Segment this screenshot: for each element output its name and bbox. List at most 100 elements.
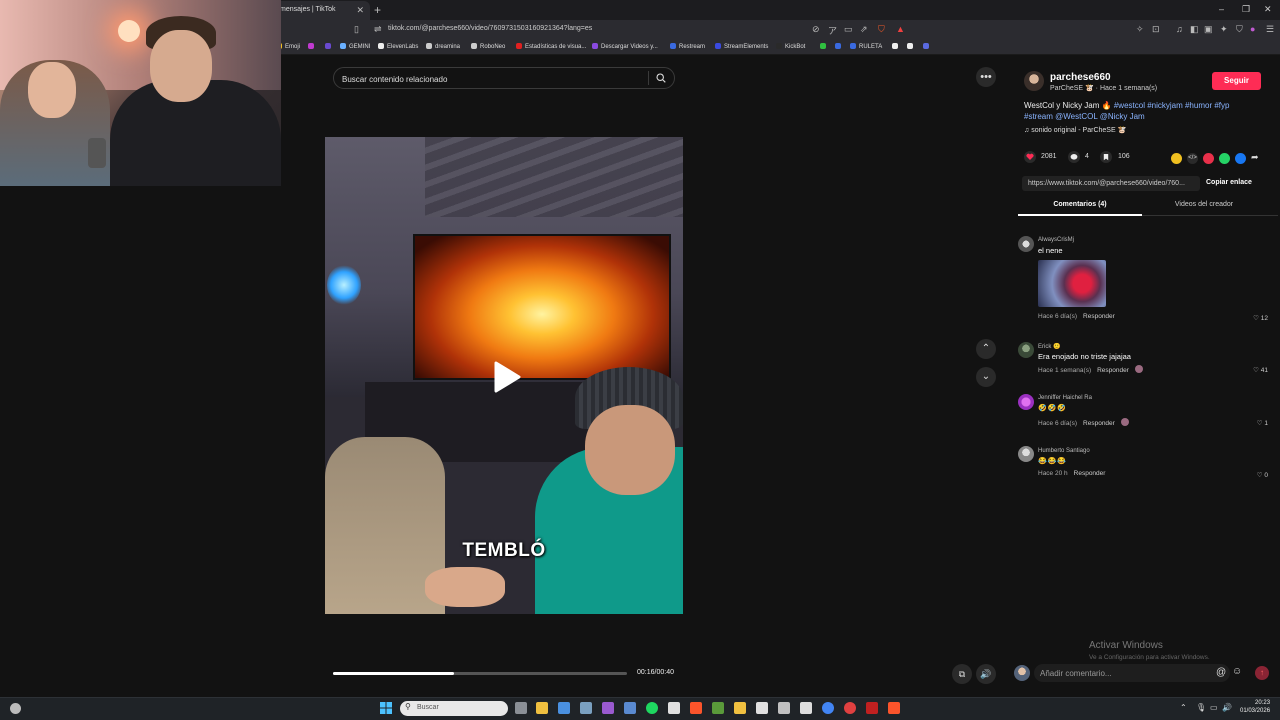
bookmark-item[interactable]: Restream: [670, 43, 705, 50]
sidebar-icon[interactable]: ◧: [1190, 24, 1199, 35]
comment-likes[interactable]: ♡ 41: [1244, 366, 1268, 374]
video-progress-bar[interactable]: [333, 672, 627, 675]
picture-in-picture-icon[interactable]: ⧉: [952, 664, 972, 684]
bookmark-save-icon[interactable]: [1100, 151, 1112, 163]
cast-icon[interactable]: ▭: [844, 24, 853, 35]
store-icon[interactable]: [558, 702, 570, 714]
wallet-icon[interactable]: ▣: [1204, 24, 1213, 35]
tab-creator-videos[interactable]: Videos del creador: [1142, 201, 1266, 208]
share-page-icon[interactable]: ⇗: [860, 24, 868, 35]
volume-icon[interactable]: 🔊: [976, 664, 996, 684]
reply-button[interactable]: Responder: [1083, 313, 1115, 320]
comment-avatar[interactable]: [1018, 394, 1034, 410]
url-field[interactable]: tiktok.com/@parchese660/video/7609731503…: [388, 25, 592, 32]
bookmark-item[interactable]: KickBot: [776, 43, 805, 50]
extensions-icon[interactable]: ✧: [1136, 24, 1144, 35]
brave-icon[interactable]: [690, 702, 702, 714]
widgets-icon[interactable]: [10, 703, 21, 714]
bookmark-item[interactable]: [835, 43, 844, 50]
comment-image[interactable]: [1038, 260, 1106, 307]
search-icon[interactable]: [656, 73, 666, 83]
description-hashtags-2[interactable]: #stream @WestCOL @Nicky Jam: [1024, 112, 1145, 121]
site-info-icon[interactable]: ⇌: [374, 24, 382, 35]
share-coin-icon[interactable]: [1171, 153, 1182, 164]
comment-username[interactable]: Jenniffer Haichel Ra: [1038, 395, 1092, 401]
spotify-icon[interactable]: [646, 702, 658, 714]
comment-username[interactable]: Humberto Santiago: [1038, 448, 1090, 454]
taskbar-clock[interactable]: 20:23 01/03/2026: [1240, 699, 1270, 715]
previous-video-icon[interactable]: ⌃: [976, 339, 996, 359]
app-icon[interactable]: [844, 702, 856, 714]
windows-start-icon[interactable]: [380, 702, 392, 714]
comment-username[interactable]: AlwaysCrisMj: [1038, 237, 1074, 243]
bookmark-item[interactable]: Descargar Videos y...: [592, 43, 658, 50]
next-video-icon[interactable]: ⌄: [976, 367, 996, 387]
comment-icon[interactable]: [1068, 151, 1080, 163]
play-icon[interactable]: [492, 360, 522, 394]
app-icon[interactable]: [580, 702, 592, 714]
chrome-icon[interactable]: [822, 702, 834, 714]
whatsapp-icon[interactable]: [1219, 153, 1230, 164]
leo-icon[interactable]: ✦: [1220, 24, 1228, 35]
app-icon[interactable]: [866, 702, 878, 714]
emoji-picker-icon[interactable]: ☺: [1232, 666, 1242, 677]
share-send-icon[interactable]: [1203, 153, 1214, 164]
related-search-input[interactable]: [342, 72, 642, 86]
bookmark-icon[interactable]: ▯: [354, 24, 359, 35]
facebook-icon[interactable]: [1235, 153, 1246, 164]
embed-icon[interactable]: </>: [1187, 153, 1198, 164]
bookmark-item[interactable]: GEMINI: [340, 43, 370, 50]
menu-icon[interactable]: ☰: [1266, 24, 1274, 35]
bookmark-item[interactable]: dreamina: [426, 43, 460, 50]
bookmark-item[interactable]: RULETA: [850, 43, 882, 50]
task-view-icon[interactable]: [515, 702, 527, 714]
bookmark-item[interactable]: StreamElements: [715, 43, 768, 50]
no-image-icon[interactable]: ⊘: [812, 24, 820, 35]
sound-link[interactable]: ♫ sonido original - ParCheSE 🐮: [1024, 126, 1126, 134]
related-search-box[interactable]: [333, 67, 675, 89]
app-icon[interactable]: [668, 702, 680, 714]
send-comment-icon[interactable]: ↑: [1255, 666, 1269, 680]
comment-username[interactable]: Erick 🙂: [1038, 343, 1060, 350]
profile-icon[interactable]: ●: [1250, 24, 1255, 34]
mic-tray-icon[interactable]: 🎙: [1196, 703, 1206, 712]
bookmark-item[interactable]: [820, 43, 829, 50]
new-tab-icon[interactable]: +: [374, 3, 381, 17]
maximize-icon[interactable]: ❐: [1242, 4, 1250, 15]
comment-likes[interactable]: ♡ 0: [1244, 471, 1268, 479]
app-icon[interactable]: [624, 702, 636, 714]
tray-overflow-icon[interactable]: ⌃: [1180, 703, 1187, 712]
tab-comments[interactable]: Comentarios (4): [1018, 201, 1142, 208]
reply-button[interactable]: Responder: [1097, 367, 1129, 374]
app-icon[interactable]: [756, 702, 768, 714]
network-icon[interactable]: ▭: [1210, 703, 1218, 712]
comment-avatar[interactable]: [1018, 236, 1034, 252]
app-icon[interactable]: [734, 702, 746, 714]
bookmark-item[interactable]: [325, 43, 334, 50]
more-options-icon[interactable]: •••: [976, 67, 996, 87]
bookmark-item[interactable]: [923, 43, 932, 50]
video-link-field[interactable]: https://www.tiktok.com/@parchese660/vide…: [1022, 176, 1200, 191]
brave-shield-icon[interactable]: ⛉: [878, 24, 885, 35]
app-icon[interactable]: [602, 702, 614, 714]
bookmark-item[interactable]: [907, 43, 916, 50]
app-icon[interactable]: [800, 702, 812, 714]
minimize-icon[interactable]: –: [1219, 4, 1224, 14]
translate-icon[interactable]: ア: [828, 24, 837, 37]
bookmark-item[interactable]: RoboNeo: [471, 43, 505, 50]
bookmark-item[interactable]: [308, 43, 317, 50]
follow-button[interactable]: Seguir: [1212, 72, 1261, 90]
comment-likes[interactable]: ♡ 12: [1244, 314, 1268, 322]
brave-rewards-icon[interactable]: ▲: [896, 24, 905, 34]
mention-icon[interactable]: @: [1216, 667, 1226, 678]
comment-likes[interactable]: ♡ 1: [1244, 419, 1268, 427]
vpn-icon[interactable]: ⛉: [1236, 24, 1243, 35]
reply-button[interactable]: Responder: [1074, 470, 1106, 477]
app-icon[interactable]: [778, 702, 790, 714]
close-tab-icon[interactable]: ✕: [356, 5, 364, 16]
description-hashtags-1[interactable]: #westcol #nickyjam #humor #fyp: [1114, 101, 1230, 110]
bookmark-item[interactable]: ElevenLabs: [378, 43, 418, 50]
brave-active-icon[interactable]: [888, 702, 900, 714]
speaker-icon[interactable]: 🔊: [1222, 703, 1232, 712]
comment-avatar[interactable]: [1018, 342, 1034, 358]
